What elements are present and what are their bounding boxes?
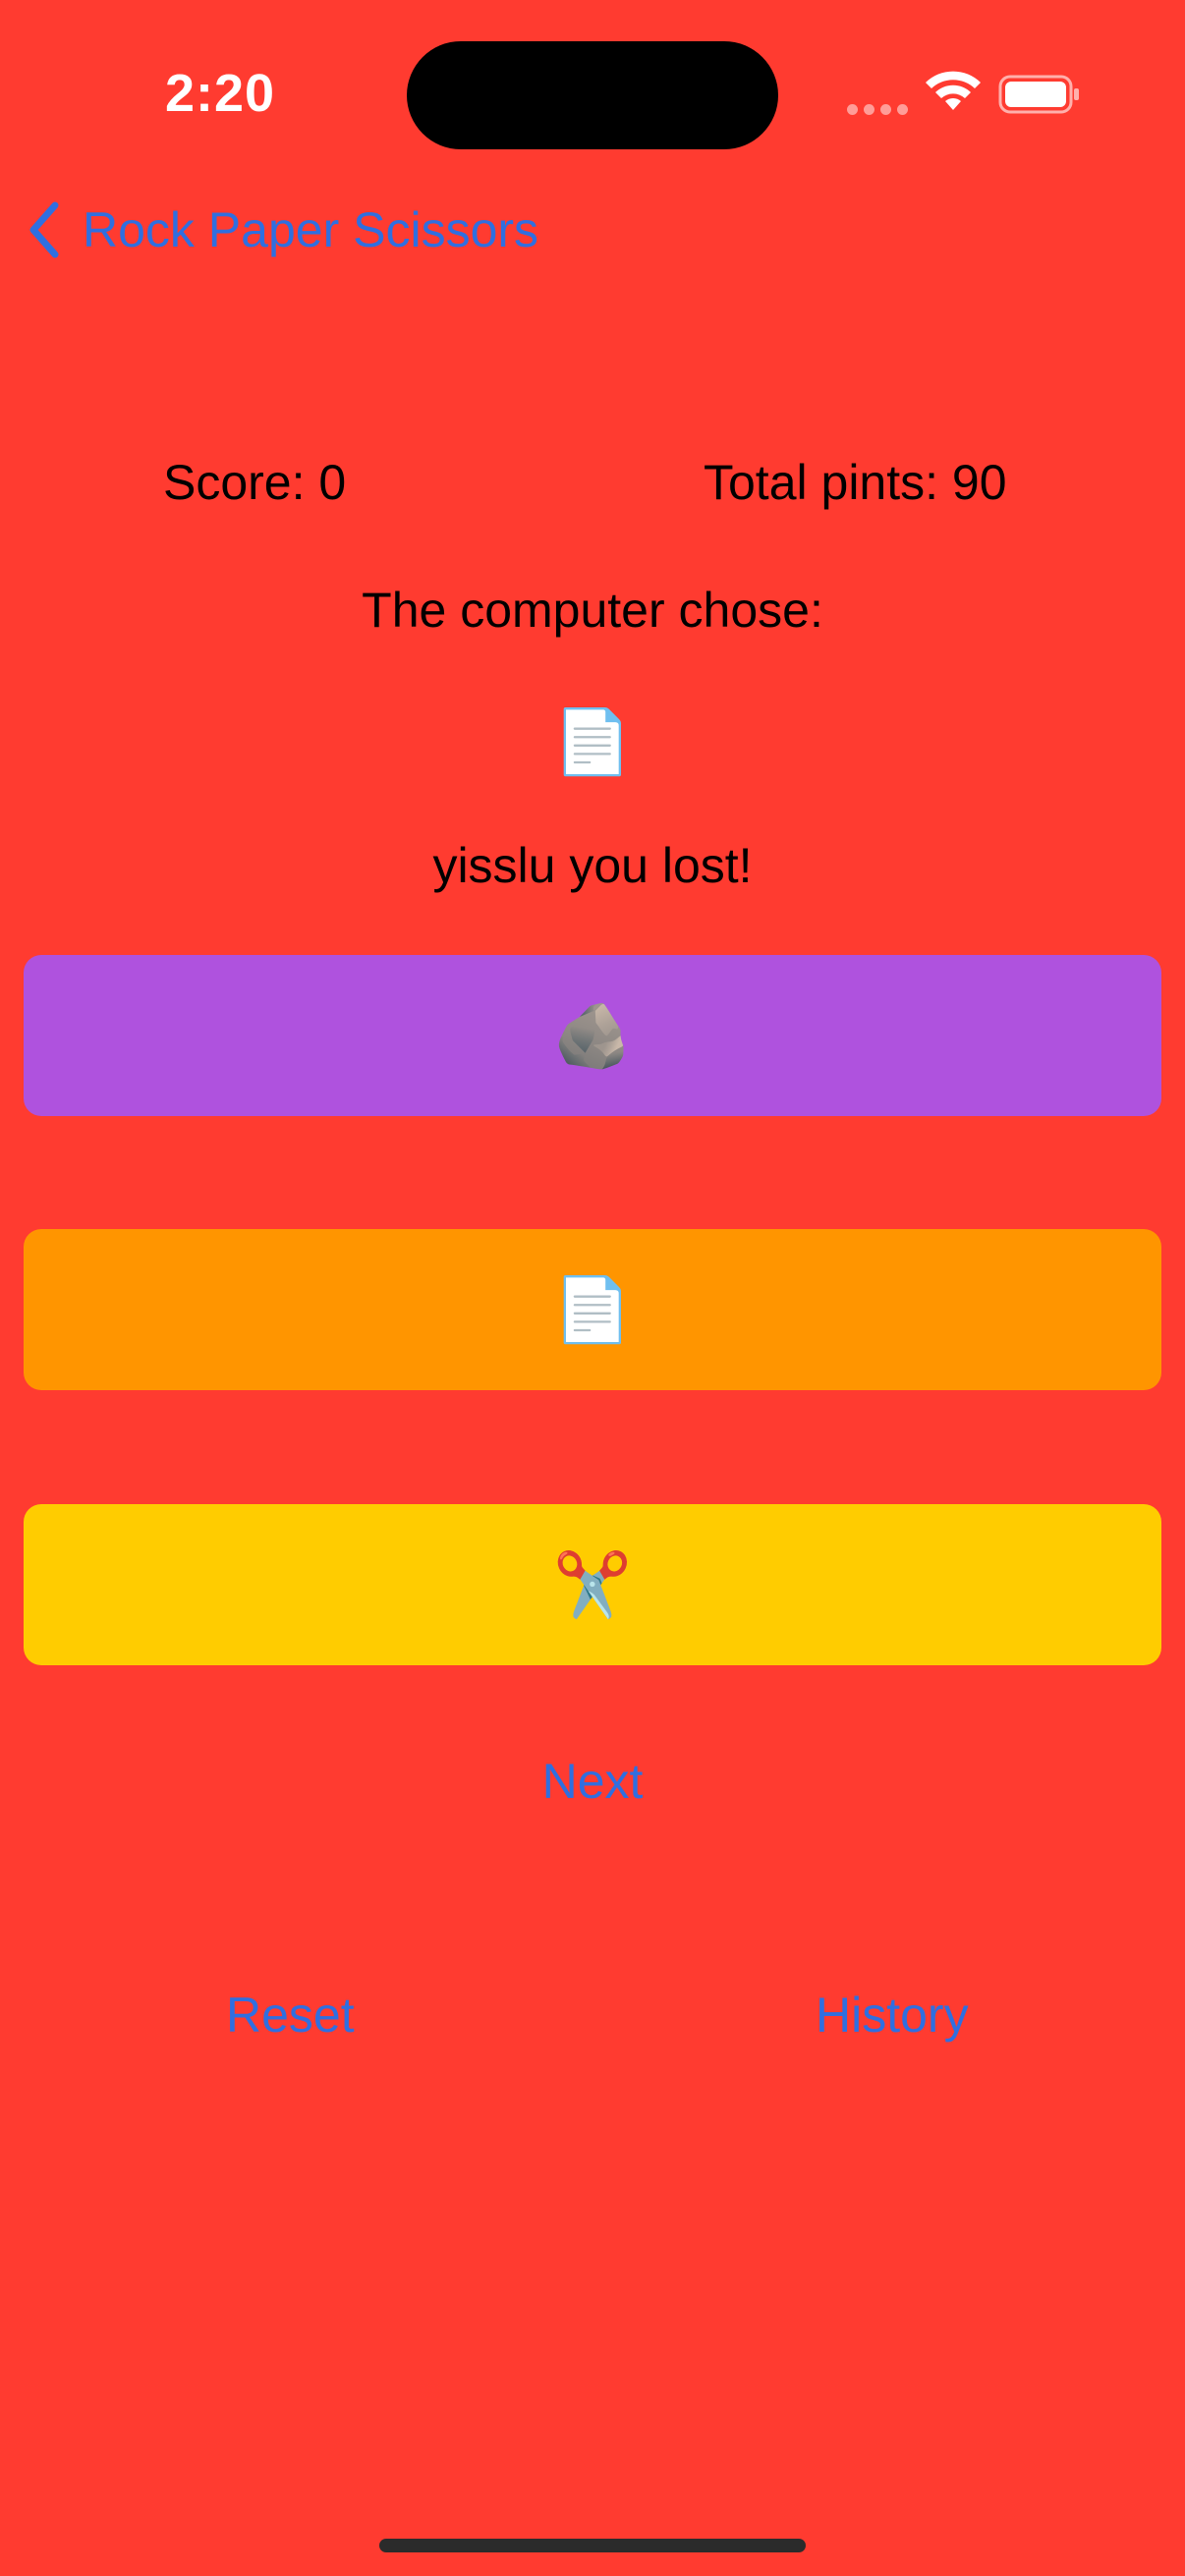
paper-button[interactable]: 📄 bbox=[24, 1229, 1161, 1390]
back-button-label: Rock Paper Scissors bbox=[83, 202, 539, 257]
chevron-left-icon bbox=[29, 201, 59, 258]
cellular-signal-icon bbox=[847, 104, 908, 115]
reset-button[interactable]: Reset bbox=[226, 1987, 355, 2044]
status-time: 2:20 bbox=[165, 64, 276, 123]
battery-icon bbox=[998, 75, 1079, 114]
next-button[interactable]: Next bbox=[0, 1753, 1185, 1810]
history-button[interactable]: History bbox=[816, 1987, 969, 2044]
computer-choice-emoji: 📄 bbox=[553, 706, 632, 777]
rock-button[interactable]: 🪨 bbox=[24, 955, 1161, 1116]
result-message: yisslu you lost! bbox=[432, 838, 753, 893]
home-indicator bbox=[379, 2539, 806, 2552]
total-points-label: Total pints: 90 bbox=[704, 455, 1007, 510]
score-label: Score: 0 bbox=[163, 455, 347, 510]
back-button[interactable]: Rock Paper Scissors bbox=[26, 195, 538, 265]
rock-icon: 🪨 bbox=[553, 999, 632, 1071]
paper-icon: 📄 bbox=[553, 1273, 632, 1345]
scissors-icon: ✂️ bbox=[553, 1548, 632, 1620]
dynamic-island bbox=[407, 41, 778, 149]
wifi-icon bbox=[926, 71, 981, 110]
scissors-button[interactable]: ✂️ bbox=[24, 1504, 1161, 1665]
computer-choice-label: The computer chose: bbox=[362, 583, 823, 638]
